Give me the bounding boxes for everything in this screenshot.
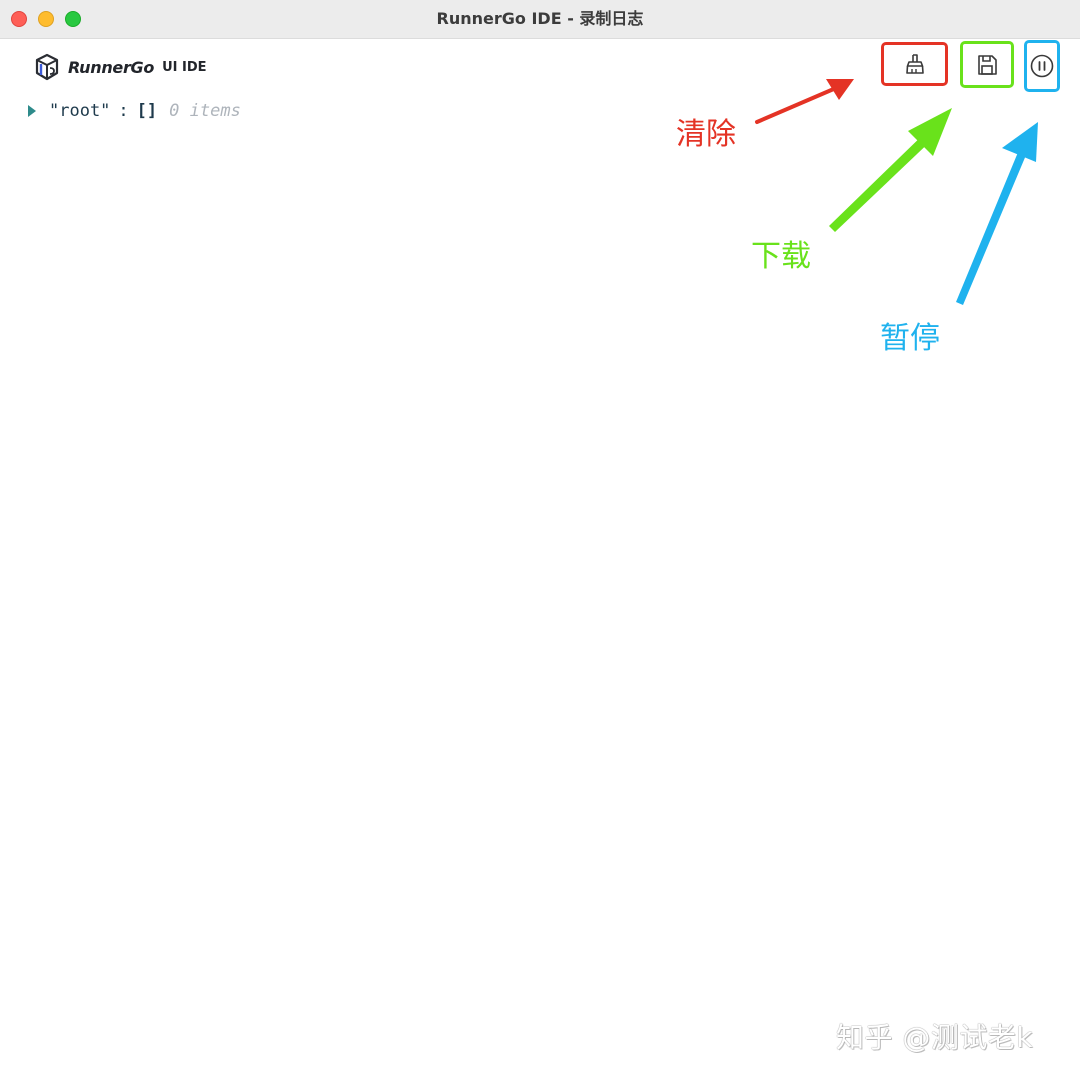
title-bar: RunnerGo IDE - 录制日志 — [0, 0, 1080, 39]
app-window: RunnerGo IDE - 录制日志 RunnerGo UI IDE "roo… — [0, 0, 1080, 1080]
json-separator: : — [118, 101, 129, 121]
download-annotation-arrow — [829, 108, 952, 232]
pause-annotation-arrow — [956, 122, 1038, 305]
runnergo-logo-icon — [35, 53, 59, 81]
pause-circle-icon — [1030, 54, 1054, 78]
app-logo: RunnerGo UI IDE — [34, 52, 207, 82]
expand-caret-icon[interactable] — [28, 105, 36, 117]
floppy-disk-icon — [978, 54, 997, 75]
annotation-arrows — [755, 79, 1038, 305]
json-item-count: 0 items — [169, 101, 241, 121]
clear-log-button[interactable] — [881, 42, 948, 86]
window-title: RunnerGo IDE - 录制日志 — [436, 9, 644, 28]
clear-annotation-label: 清除 — [676, 117, 736, 152]
pause-annotation-label: 暂停 — [880, 321, 940, 356]
clear-annotation-arrow — [755, 79, 854, 124]
json-value-brackets: [] — [136, 101, 158, 121]
watermark: 知乎 @测试老k — [836, 1021, 1034, 1054]
pause-recording-button[interactable] — [1024, 40, 1060, 92]
brand-name: RunnerGo — [68, 57, 155, 77]
broom-icon — [905, 54, 924, 74]
json-key: "root" — [49, 101, 111, 121]
brand-suffix: UI IDE — [162, 59, 207, 75]
download-log-button[interactable] — [960, 41, 1014, 88]
json-tree-root-row[interactable]: "root" : [] 0 items — [28, 98, 241, 124]
download-annotation-label: 下载 — [751, 239, 811, 274]
